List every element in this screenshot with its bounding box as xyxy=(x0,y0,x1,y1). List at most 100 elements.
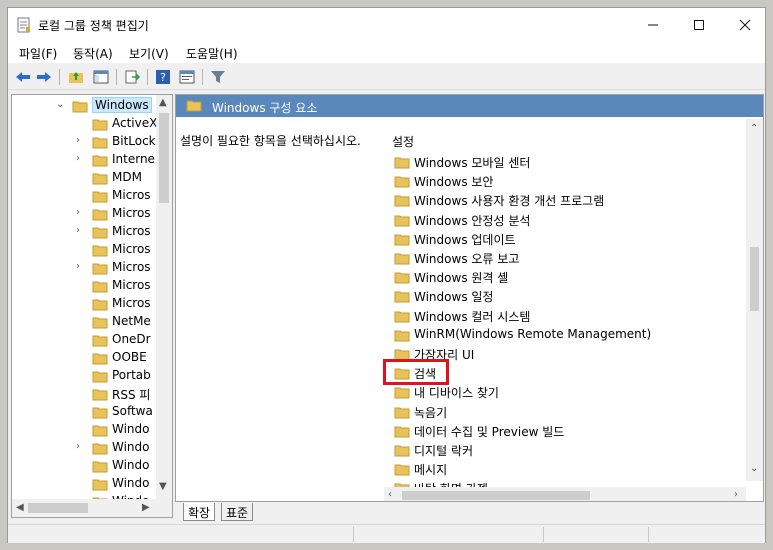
settings-horizontal-scrollbar[interactable]: ‹ › xyxy=(384,487,746,501)
scroll-thumb[interactable] xyxy=(159,113,169,203)
tree-item[interactable]: Windo xyxy=(12,475,172,493)
settings-item[interactable]: 내 디바이스 찾기 xyxy=(394,383,744,402)
expander-icon[interactable]: ⌄ xyxy=(56,99,66,110)
svg-text:?: ? xyxy=(160,71,166,84)
folder-icon xyxy=(92,119,108,131)
expander-icon[interactable]: › xyxy=(76,441,86,452)
tree-item[interactable]: Micros xyxy=(12,241,172,259)
tree-item[interactable]: › Micros xyxy=(12,259,172,277)
maximize-button[interactable] xyxy=(676,8,722,41)
menu-view[interactable]: 보기(V) xyxy=(129,45,169,62)
folder-icon xyxy=(92,137,108,149)
properties-button[interactable] xyxy=(178,68,196,86)
folder-icon xyxy=(92,281,108,293)
tree-item-label: Micros xyxy=(112,224,151,238)
filter-button[interactable] xyxy=(209,68,227,86)
toolbar-separator xyxy=(59,69,60,85)
tree-item-windows-components[interactable]: ⌄ Windows xyxy=(12,97,172,115)
settings-item[interactable]: Windows 일정 xyxy=(394,287,744,306)
tree-item[interactable]: NetMe xyxy=(12,313,172,331)
scroll-down-icon[interactable]: ⌄ xyxy=(750,463,758,474)
settings-item[interactable]: 녹음기 xyxy=(394,403,744,422)
tree-item[interactable]: Micros xyxy=(12,295,172,313)
menu-file[interactable]: 파일(F) xyxy=(19,45,57,62)
show-hide-tree-button[interactable] xyxy=(92,68,110,86)
settings-column-header[interactable]: 설정 xyxy=(392,133,414,150)
scroll-thumb[interactable] xyxy=(28,503,88,513)
console-tree[interactable]: ⌄ Windows ActiveX › BitLock › Interne MDM Micr… xyxy=(11,94,173,518)
tree-item-label: OOBE xyxy=(112,350,147,364)
scroll-up-icon[interactable]: ▲ xyxy=(159,97,167,108)
help-button[interactable]: ? xyxy=(154,68,172,86)
back-button[interactable] xyxy=(14,68,32,86)
tree-item[interactable]: Micros xyxy=(12,187,172,205)
scroll-left-icon[interactable]: ◀ xyxy=(16,502,24,513)
settings-item[interactable]: Windows 업데이트 xyxy=(394,230,744,249)
tree-item[interactable]: Softwa xyxy=(12,403,172,421)
close-icon xyxy=(739,19,751,30)
menu-action[interactable]: 동작(A) xyxy=(73,45,113,62)
settings-item[interactable]: 메시지 xyxy=(394,460,744,479)
tree-item[interactable]: RSS 피 xyxy=(12,385,172,403)
tree-item[interactable]: › Interne xyxy=(12,151,172,169)
help-icon: ? xyxy=(156,70,170,84)
tree-item[interactable]: MDM xyxy=(12,169,172,187)
scroll-up-icon[interactable]: ⌃ xyxy=(750,123,758,134)
tree-item[interactable]: › BitLock xyxy=(12,133,172,151)
expander-icon[interactable]: › xyxy=(76,153,86,164)
tree-item[interactable]: › Windo xyxy=(12,439,172,457)
scroll-thumb[interactable] xyxy=(750,247,759,311)
expander-icon[interactable]: › xyxy=(76,225,86,236)
tree-item[interactable]: OOBE xyxy=(12,349,172,367)
details-pane: Windows 구성 요소 설명이 필요한 항목을 선택하십시오. 설정 Win… xyxy=(175,94,764,502)
tab-extended[interactable]: 확장 xyxy=(183,503,216,521)
tree-item[interactable]: Portab xyxy=(12,367,172,385)
settings-item[interactable]: Windows 원격 셸 xyxy=(394,268,744,287)
settings-item[interactable]: Windows 안정성 분석 xyxy=(394,211,744,230)
scroll-down-icon[interactable]: ▼ xyxy=(159,481,167,492)
settings-item[interactable]: Windows 보안 xyxy=(394,172,744,191)
folder-icon xyxy=(92,425,108,437)
settings-item-label: Windows 일정 xyxy=(414,290,494,305)
filter-icon xyxy=(211,71,225,83)
settings-item[interactable]: Windows 모바일 센터 xyxy=(394,153,744,172)
scroll-left-icon[interactable]: ‹ xyxy=(388,489,392,500)
folder-icon xyxy=(394,291,410,303)
tree-item[interactable]: Micros xyxy=(12,277,172,295)
tree-item-label: ActiveX xyxy=(112,116,158,130)
scroll-right-icon[interactable]: › xyxy=(734,489,738,500)
settings-item[interactable]: 디지털 락커 xyxy=(394,441,744,460)
settings-item[interactable]: 데이터 수집 및 Preview 빌드 xyxy=(394,422,744,441)
tree-horizontal-scrollbar[interactable]: ◀ ▶ xyxy=(12,499,172,517)
up-one-level-button[interactable] xyxy=(67,68,85,86)
tree-vertical-scrollbar[interactable]: ▲ ▼ xyxy=(156,95,172,499)
forward-button[interactable] xyxy=(35,68,53,86)
expander-icon[interactable]: › xyxy=(76,207,86,218)
tab-standard[interactable]: 표준 xyxy=(221,503,254,521)
settings-item[interactable]: Windows 사용자 환경 개선 프로그램 xyxy=(394,191,744,210)
tree-item[interactable]: OneDr xyxy=(12,331,172,349)
tree-item[interactable]: › Micros xyxy=(12,223,172,241)
status-divider xyxy=(648,527,649,542)
settings-item[interactable]: WinRM(Windows Remote Management) xyxy=(394,326,744,345)
scroll-right-icon[interactable]: ▶ xyxy=(142,502,150,513)
tree-item-label: Micros xyxy=(112,242,151,256)
settings-item[interactable]: Windows 오류 보고 xyxy=(394,249,744,268)
scroll-thumb[interactable] xyxy=(402,491,590,500)
tree-item[interactable]: Windo xyxy=(12,421,172,439)
tree-item[interactable]: › Micros xyxy=(12,205,172,223)
tree-item[interactable]: ActiveX xyxy=(12,115,172,133)
expander-icon[interactable]: › xyxy=(76,261,86,272)
export-list-button[interactable] xyxy=(123,68,141,86)
settings-item[interactable]: Windows 컬러 시스템 xyxy=(394,307,744,326)
tree-item-label: BitLock xyxy=(112,134,156,148)
menu-help[interactable]: 도움말(H) xyxy=(186,45,238,62)
minimize-button[interactable] xyxy=(630,8,676,41)
expander-icon[interactable]: › xyxy=(76,135,86,146)
settings-vertical-scrollbar[interactable]: ⌃ ⌄ xyxy=(746,119,763,481)
menu-bar: 파일(F) 동작(A) 보기(V) 도움말(H) xyxy=(8,41,765,63)
tree-item[interactable]: Windo xyxy=(12,457,172,475)
folder-up-icon xyxy=(69,72,83,83)
close-button[interactable] xyxy=(722,8,768,41)
tree-item-label: Windo xyxy=(112,458,150,472)
